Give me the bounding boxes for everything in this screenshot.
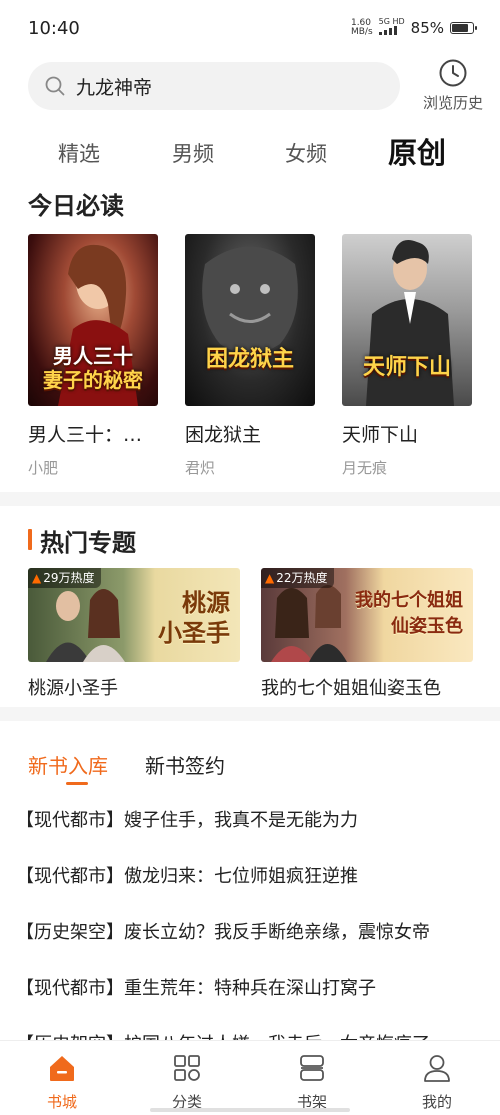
clock-icon: [439, 59, 467, 87]
topic-art-line: 小圣手: [158, 619, 230, 647]
network-speed-unit: MB/s: [350, 26, 373, 37]
tab-new-arrivals[interactable]: 新书入库: [28, 750, 108, 779]
nav-category[interactable]: 分类: [147, 1053, 227, 1112]
history-button[interactable]: 浏览历史: [418, 58, 488, 113]
flame-icon: ▲: [32, 571, 42, 585]
home-indicator: [150, 1108, 350, 1112]
cover-title-line: 困龙狱主: [205, 347, 294, 372]
cover-title-line: 男人三十: [53, 344, 133, 368]
hot-topics-title: 热门专题: [40, 529, 136, 557]
cover-illustration: [202, 246, 298, 354]
signal-bars-icon: [378, 26, 397, 35]
book-card[interactable]: 男人三十 妻子的秘密 男人三十：… 小肥: [28, 234, 160, 478]
topic-art-line: 桃源: [182, 589, 230, 617]
topic-card[interactable]: ▲ 22万热度 我的七个姐姐 仙姿玉色 我的七个姐姐仙姿玉色: [261, 568, 473, 700]
tab-female[interactable]: 女频: [285, 138, 327, 168]
search-input[interactable]: 九龙神帝: [28, 62, 400, 110]
profile-icon: [424, 1055, 450, 1082]
cover-illustration: [366, 240, 454, 406]
book-title[interactable]: 男人三十：…: [28, 420, 158, 447]
book-author: 君炽: [185, 459, 216, 477]
status-bar: 10:40 1.60 MB/s 5G HD 85%: [0, 0, 500, 56]
topic-banner[interactable]: ▲ 22万热度 我的七个姐姐 仙姿玉色: [261, 568, 473, 662]
status-indicators: 1.60 MB/s 5G HD 85%: [350, 17, 477, 37]
search-icon: [45, 76, 65, 96]
topic-name[interactable]: 桃源小圣手: [28, 674, 240, 700]
book-cover[interactable]: 男人三十 妻子的秘密: [28, 234, 158, 406]
topic-banner[interactable]: ▲ 29万热度 桃源 小圣手: [28, 568, 240, 662]
heat-count: 29万热度: [43, 571, 95, 585]
book-card[interactable]: 困龙狱主 困龙狱主 君炽: [185, 234, 317, 478]
list-item[interactable]: 【现代都市】嫂子住手，我真不是无能为力: [16, 806, 358, 832]
battery-percent: 85%: [410, 18, 444, 37]
network-speed: 1.60 MB/s: [350, 18, 373, 37]
heat-badge: ▲ 29万热度: [28, 568, 101, 588]
topic-name[interactable]: 我的七个姐姐仙姿玉色: [261, 674, 473, 700]
cover-title-line: 天师下山: [362, 355, 451, 380]
book-title[interactable]: 困龙狱主: [185, 420, 315, 447]
nav-label: 我的: [421, 1093, 452, 1111]
topic-art-title: 桃源 小圣手: [158, 588, 230, 648]
nav-profile[interactable]: 我的: [397, 1053, 477, 1112]
battery-fill: [452, 23, 469, 32]
tab-new-signed[interactable]: 新书签约: [145, 750, 225, 779]
signal-icon: 5G HD: [378, 17, 405, 37]
heat-count: 22万热度: [276, 571, 328, 585]
tab-male[interactable]: 男频: [172, 138, 214, 168]
search-query: 九龙神帝: [76, 76, 153, 99]
book-author: 小肥: [28, 459, 59, 477]
section-divider: [0, 492, 500, 506]
nav-home[interactable]: 书城: [22, 1053, 102, 1112]
topic-art-line: 我的七个姐姐: [355, 590, 463, 611]
tab-featured[interactable]: 精选: [58, 138, 100, 168]
home-icon: [50, 1056, 74, 1081]
list-item[interactable]: 【现代都市】重生荒年：特种兵在深山打窝子: [16, 974, 376, 1000]
heat-badge: ▲ 22万热度: [261, 568, 334, 588]
book-cover[interactable]: 天师下山: [342, 234, 472, 406]
battery-icon: [450, 21, 477, 34]
bookshelf-icon: [300, 1055, 324, 1081]
topic-art-line: 仙姿玉色: [391, 616, 463, 637]
topic-art-title: 我的七个姐姐 仙姿玉色: [355, 588, 463, 640]
bottom-nav: 书城 分类 书架 我的: [0, 1040, 500, 1115]
active-tab-indicator: [66, 782, 88, 785]
cover-title-line: 妻子的秘密: [43, 368, 143, 392]
nav-label: 书城: [46, 1093, 77, 1111]
book-cover[interactable]: 困龙狱主: [185, 234, 315, 406]
book-title[interactable]: 天师下山: [342, 420, 472, 447]
tab-original[interactable]: 原创: [388, 130, 446, 172]
list-item[interactable]: 【现代都市】傲龙归来：七位师姐疯狂逆推: [16, 862, 358, 888]
topic-card[interactable]: ▲ 29万热度 桃源 小圣手 桃源小圣手: [28, 568, 240, 700]
list-item[interactable]: 【历史架空】废长立幼？我反手断绝亲缘，震惊女帝: [16, 918, 430, 944]
book-card[interactable]: 天师下山 天师下山 月无痕: [342, 234, 474, 478]
nav-bookshelf[interactable]: 书架: [272, 1053, 352, 1112]
status-time: 10:40: [28, 18, 80, 39]
section-divider: [0, 707, 500, 721]
signal-label: 5G HD: [378, 17, 405, 26]
flame-icon: ▲: [265, 571, 275, 585]
history-label: 浏览历史: [422, 94, 483, 112]
category-grid-icon: [174, 1055, 200, 1081]
section-accent-bar: [28, 529, 32, 550]
today-reads-title: 今日必读: [28, 191, 124, 220]
book-author: 月无痕: [342, 459, 388, 477]
